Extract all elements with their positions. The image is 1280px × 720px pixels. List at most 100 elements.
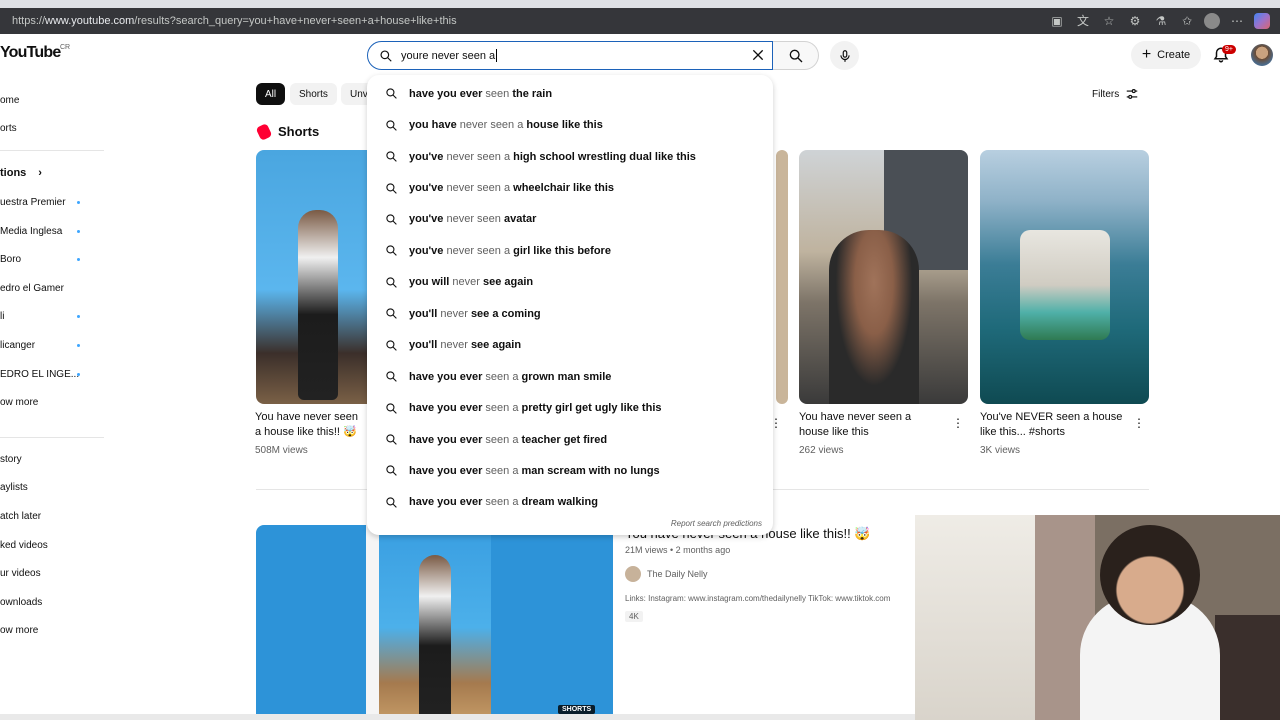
short-title[interactable]: You have never seen a house like this	[799, 410, 939, 440]
suggestion-item[interactable]: you've never seen a girl like this befor…	[367, 235, 773, 266]
sidebar-item-downloads[interactable]: ownloads	[0, 588, 104, 617]
sidebar: ome orts tions › uestra Premier Media Ing…	[0, 86, 104, 645]
search-input[interactable]: youre never seen a	[367, 41, 773, 70]
short-title[interactable]: You have never seen a house like this!! …	[255, 410, 367, 440]
search-suggestions-dropdown: have you ever seen the rain you have neve…	[367, 75, 773, 535]
search-button[interactable]	[773, 41, 819, 70]
thumbnail-blur-left	[256, 525, 366, 720]
translate-icon[interactable]: 文	[1074, 12, 1092, 30]
sidebar-item-history[interactable]: story	[0, 445, 104, 474]
suggestion-item[interactable]: you have never seen a house like this	[367, 109, 773, 140]
shorts-logo-icon	[255, 122, 273, 141]
suggestion-item[interactable]: have you ever seen a grown man smile	[367, 361, 773, 392]
sidebar-item-liked-videos[interactable]: ked videos	[0, 531, 104, 560]
short-thumbnail-partial[interactable]	[776, 150, 788, 404]
suggestion-item[interactable]: have you ever seen the rain	[367, 78, 773, 109]
browser-address-bar[interactable]: https://www.youtube.com/results?search_q…	[0, 8, 1280, 34]
suggestion-item[interactable]: have you ever seen a teacher get fired	[367, 424, 773, 455]
sidebar-item-shorts[interactable]: orts	[0, 115, 104, 144]
channel-name[interactable]: The Daily Nelly	[647, 569, 708, 579]
chevron-right-icon: ›	[38, 167, 42, 180]
sidebar-item-your-videos[interactable]: ur videos	[0, 559, 104, 588]
search-icon	[386, 245, 397, 257]
clear-icon[interactable]	[750, 47, 766, 63]
sidebar-subscription[interactable]: li	[0, 303, 104, 332]
short-thumbnail[interactable]	[256, 150, 376, 404]
short-views: 262 views	[799, 445, 844, 456]
suggestion-item[interactable]: you will never see again	[367, 267, 773, 298]
flask-icon[interactable]: ⚗	[1152, 12, 1170, 30]
search-query-text[interactable]: youre never seen a	[401, 50, 495, 62]
suggestion-prefix: you will	[409, 276, 450, 289]
url-text[interactable]: https://www.youtube.com/results?search_q…	[0, 15, 457, 27]
video-description: Links: Instagram: www.instagram.com/thed…	[625, 594, 891, 603]
search-icon	[386, 371, 397, 382]
suggestion-item[interactable]: you've never seen a wheelchair like this	[367, 172, 773, 203]
search-icon	[386, 151, 397, 162]
suggestion-typed: never seen a	[456, 119, 527, 132]
search-icon	[386, 340, 397, 351]
install-app-icon[interactable]: ▣	[1048, 12, 1066, 30]
suggestion-completion: dream walking	[521, 496, 598, 509]
suggestion-typed: never	[437, 307, 471, 320]
search-icon	[386, 182, 397, 194]
suggestion-completion: avatar	[503, 213, 537, 226]
suggestion-prefix: have you ever	[409, 464, 483, 477]
microphone-icon	[839, 49, 850, 62]
sidebar-subscription[interactable]: EDRO EL INGE...	[0, 360, 104, 389]
sidebar-item-playlists[interactable]: aylists	[0, 474, 104, 503]
short-thumbnail[interactable]	[799, 150, 968, 404]
search-icon	[386, 497, 397, 508]
youtube-logo[interactable]: YouTube CR	[0, 44, 70, 62]
suggestion-completion: man scream with no lungs	[521, 464, 660, 477]
suggestion-item[interactable]: you've never seen a high school wrestlin…	[367, 141, 773, 172]
suggestion-item[interactable]: have you ever seen a man scream with no …	[367, 455, 773, 486]
suggestion-typed: seen a	[482, 496, 522, 509]
suggestion-typed: seen a	[482, 464, 522, 477]
suggestion-item[interactable]: you've never seen avatar	[367, 204, 773, 235]
sidebar-item-home[interactable]: ome	[0, 86, 104, 115]
sidebar-subscription[interactable]: Media Inglesa	[0, 217, 104, 246]
filters-button[interactable]: Filters	[1092, 87, 1139, 101]
sidebar-show-more[interactable]: ow more	[0, 388, 104, 417]
sidebar-subscription[interactable]: licanger	[0, 331, 104, 360]
short-title[interactable]: You've NEVER seen a house like this... #…	[980, 410, 1130, 440]
browser-profile-icon[interactable]	[1204, 13, 1220, 29]
chip-shorts[interactable]: Shorts	[290, 83, 337, 105]
suggestion-typed: seen a	[482, 433, 522, 446]
sidebar-subscription[interactable]: edro el Gamer	[0, 274, 104, 303]
sidebar-show-more[interactable]: ow more	[0, 617, 104, 646]
bookmark-star-icon[interactable]: ☆	[1100, 12, 1118, 30]
suggestion-prefix: have you ever	[409, 370, 483, 383]
video-thumbnail[interactable]	[256, 525, 613, 720]
logo-text: YouTube	[0, 44, 61, 61]
more-options-icon[interactable]: ⋮	[952, 416, 964, 430]
short-thumbnail[interactable]	[980, 150, 1149, 404]
suggestion-item[interactable]: you'll never see again	[367, 330, 773, 361]
channel-link[interactable]: The Daily Nelly	[625, 566, 708, 582]
avatar[interactable]	[1251, 44, 1273, 66]
sidebar-subscription[interactable]: uestra Premier	[0, 188, 104, 217]
short-views: 508M views	[255, 445, 308, 456]
copilot-icon[interactable]	[1254, 13, 1270, 29]
report-predictions-link[interactable]: Report search predictions	[671, 519, 762, 528]
sidebar-item-watch-later[interactable]: atch later	[0, 502, 104, 531]
thumbnail-blur-right	[491, 525, 613, 720]
create-button[interactable]: + Create	[1131, 41, 1201, 69]
suggestion-item[interactable]: you'll never see a coming	[367, 298, 773, 329]
sidebar-subscription[interactable]: Boro	[0, 245, 104, 274]
webcam-wall	[915, 515, 1035, 720]
country-code: CR	[60, 44, 71, 51]
suggestion-item[interactable]: have you ever seen a pretty girl get ugl…	[367, 392, 773, 423]
suggestion-item[interactable]: have you ever seen a dream walking	[367, 487, 773, 518]
more-options-icon[interactable]: ⋮	[1133, 416, 1145, 430]
favorites-icon[interactable]: ✩	[1178, 12, 1196, 30]
voice-search-button[interactable]	[830, 41, 859, 70]
suggestion-completion: see a coming	[470, 307, 541, 320]
sidebar-subscriptions-heading[interactable]: tions ›	[0, 158, 104, 188]
chip-all[interactable]: All	[256, 83, 286, 105]
extensions-icon[interactable]: ⚙	[1126, 12, 1144, 30]
menu-dots-icon[interactable]: ⋯	[1228, 12, 1246, 30]
channel-avatar[interactable]	[625, 566, 641, 582]
thumbnail-person	[419, 555, 451, 720]
